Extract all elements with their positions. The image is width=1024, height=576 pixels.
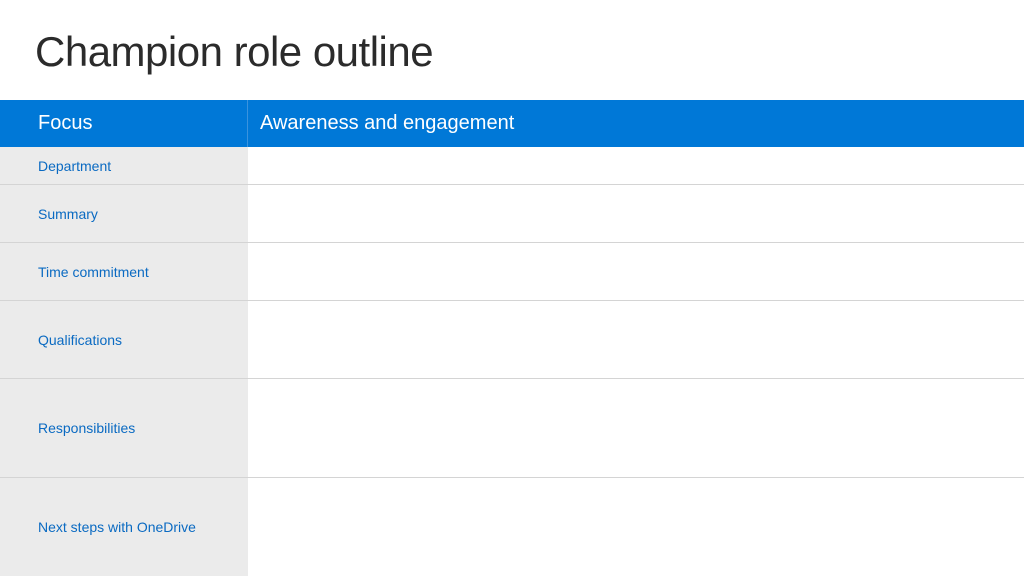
row-label-summary: Summary [0,185,248,242]
role-outline-table: Focus Awareness and engagement Departmen… [0,100,1024,576]
table-row-responsibilities: Responsibilities [0,379,1024,478]
row-label-next-steps: Next steps with OneDrive [0,478,248,576]
row-label-time-commitment: Time commitment [0,243,248,300]
table-row-summary: Summary [0,185,1024,243]
header-focus-label: Focus [0,100,248,147]
slide: Champion role outline Focus Awareness an… [0,0,1024,576]
table-header-row: Focus Awareness and engagement [0,100,1024,147]
row-label-responsibilities: Responsibilities [0,379,248,477]
table-row-department: Department [0,147,1024,185]
row-value-time-commitment [248,243,1024,300]
row-label-qualifications: Qualifications [0,301,248,378]
row-value-next-steps [248,478,1024,576]
row-value-summary [248,185,1024,242]
page-title: Champion role outline [35,28,434,75]
table-row-time-commitment: Time commitment [0,243,1024,301]
row-value-responsibilities [248,379,1024,477]
table-row-next-steps: Next steps with OneDrive [0,478,1024,576]
table-row-qualifications: Qualifications [0,301,1024,379]
row-label-department: Department [0,147,248,184]
row-value-qualifications [248,301,1024,378]
row-value-department [248,147,1024,184]
header-focus-value: Awareness and engagement [260,112,515,134]
